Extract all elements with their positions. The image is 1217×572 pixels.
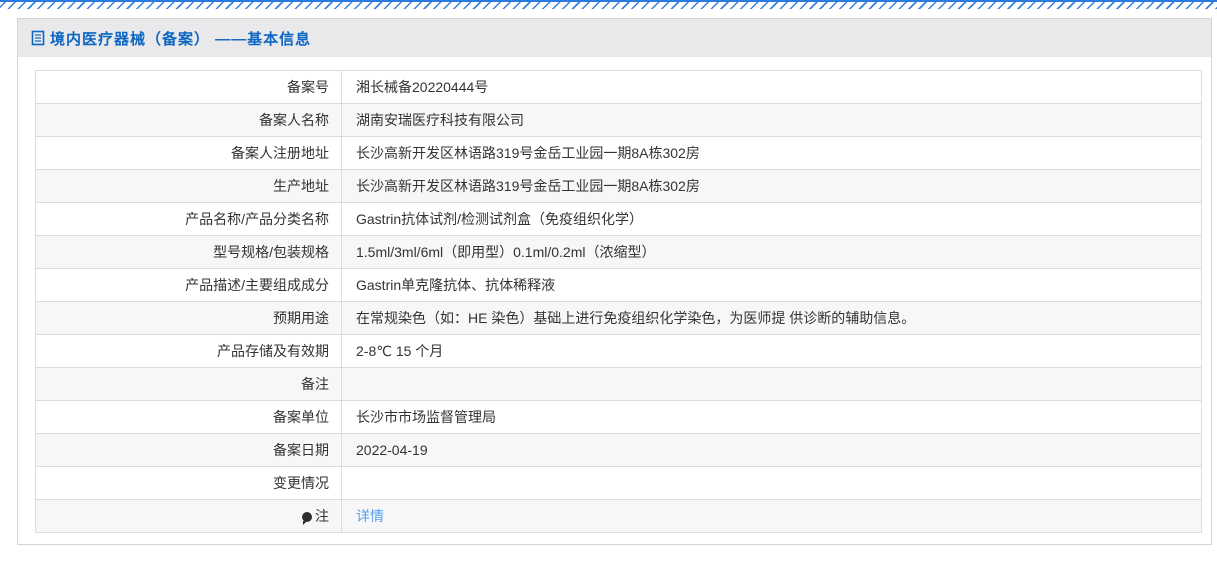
row-label: 备注: [35, 367, 342, 401]
row-value: 1.5ml/3ml/6ml（即用型）0.1ml/0.2ml（浓缩型）: [341, 235, 1202, 269]
row-label: 产品名称/产品分类名称: [35, 202, 342, 236]
row-label: 型号规格/包装规格: [35, 235, 342, 269]
table-row: 预期用途 在常规染色（如：HE 染色）基础上进行免疫组织化学染色，为医师提 供诊断…: [35, 301, 1202, 335]
row-value: 2022-04-19: [341, 433, 1202, 467]
row-value: 2-8℃ 15 个月: [341, 334, 1202, 368]
table-row: 备案人名称 湖南安瑞医疗科技有限公司: [35, 103, 1202, 137]
row-label: 产品存储及有效期: [35, 334, 342, 368]
panel-body: 备案号 湘长械备20220444号 备案人名称 湖南安瑞医疗科技有限公司 备案人注册地址…: [18, 57, 1211, 544]
page-title: 境内医疗器械（备案） ——基本信息: [50, 30, 312, 48]
row-value: 详情: [341, 499, 1202, 533]
info-table: 备案号 湘长械备20220444号 备案人名称 湖南安瑞医疗科技有限公司 备案人注册地址…: [35, 70, 1202, 533]
table-row: 备注: [35, 367, 1202, 401]
filing-info-panel: 境内医疗器械（备案） ——基本信息 备案号 湘长械备20220444号 备案人名称湖…: [17, 18, 1212, 545]
top-stripe-bar: [0, 0, 1217, 9]
row-label: 注: [35, 499, 342, 533]
row-value: 长沙高新开发区林语路319号金岳工业园一期8A栋302房: [341, 136, 1202, 170]
table-row: 产品名称/产品分类名称 Gastrin抗体试剂/检测试剂盒（免疫组织化学）: [35, 202, 1202, 236]
row-label: 备案号: [35, 70, 342, 104]
table-row: 备案日期 2022-04-19: [35, 433, 1202, 467]
table-row: 产品存储及有效期 2-8℃ 15 个月: [35, 334, 1202, 368]
row-value: 长沙市市场监督管理局: [341, 400, 1202, 434]
row-value: 长沙高新开发区林语路319号金岳工业园一期8A栋302房: [341, 169, 1202, 203]
document-icon: [31, 30, 45, 46]
row-label: 备案人注册地址: [35, 136, 342, 170]
row-value: 湘长械备20220444号: [341, 70, 1202, 104]
row-label: 备案人名称: [35, 103, 342, 137]
note-balloon-icon: [302, 512, 312, 525]
row-value: [341, 466, 1202, 500]
row-value: Gastrin单克隆抗体、抗体稀释液: [341, 268, 1202, 302]
table-row: 变更情况: [35, 466, 1202, 500]
row-value: [341, 367, 1202, 401]
row-label: 生产地址: [35, 169, 342, 203]
table-row: 备案单位 长沙市市场监督管理局: [35, 400, 1202, 434]
row-value: Gastrin抗体试剂/检测试剂盒（免疫组织化学）: [341, 202, 1202, 236]
row-label: 预期用途: [35, 301, 342, 335]
row-label: 变更情况: [35, 466, 342, 500]
table-row: 备案号 湘长械备20220444号: [35, 70, 1202, 104]
row-label: 产品描述/主要组成成分: [35, 268, 342, 302]
table-row: 生产地址 长沙高新开发区林语路319号金岳工业园一期8A栋302房: [35, 169, 1202, 203]
row-value: 湖南安瑞医疗科技有限公司: [341, 103, 1202, 137]
table-row: 型号规格/包装规格 1.5ml/3ml/6ml（即用型）0.1ml/0.2ml（浓…: [35, 235, 1202, 269]
row-label: 备案日期: [35, 433, 342, 467]
table-row: 注详情: [35, 499, 1202, 533]
details-link[interactable]: 详情: [356, 508, 384, 524]
row-label: 备案单位: [35, 400, 342, 434]
table-row: 备案人注册地址 长沙高新开发区林语路319号金岳工业园一期8A栋302房: [35, 136, 1202, 170]
table-row: 产品描述/主要组成成分 Gastrin单克隆抗体、抗体稀释液: [35, 268, 1202, 302]
panel-header: 境内医疗器械（备案） ——基本信息: [18, 19, 1211, 57]
row-value: 在常规染色（如：HE 染色）基础上进行免疫组织化学染色，为医师提 供诊断的辅助信…: [341, 301, 1202, 335]
info-table-body: 备案号 湘长械备20220444号 备案人名称 湖南安瑞医疗科技有限公司 备案人注册地址…: [35, 70, 1202, 533]
